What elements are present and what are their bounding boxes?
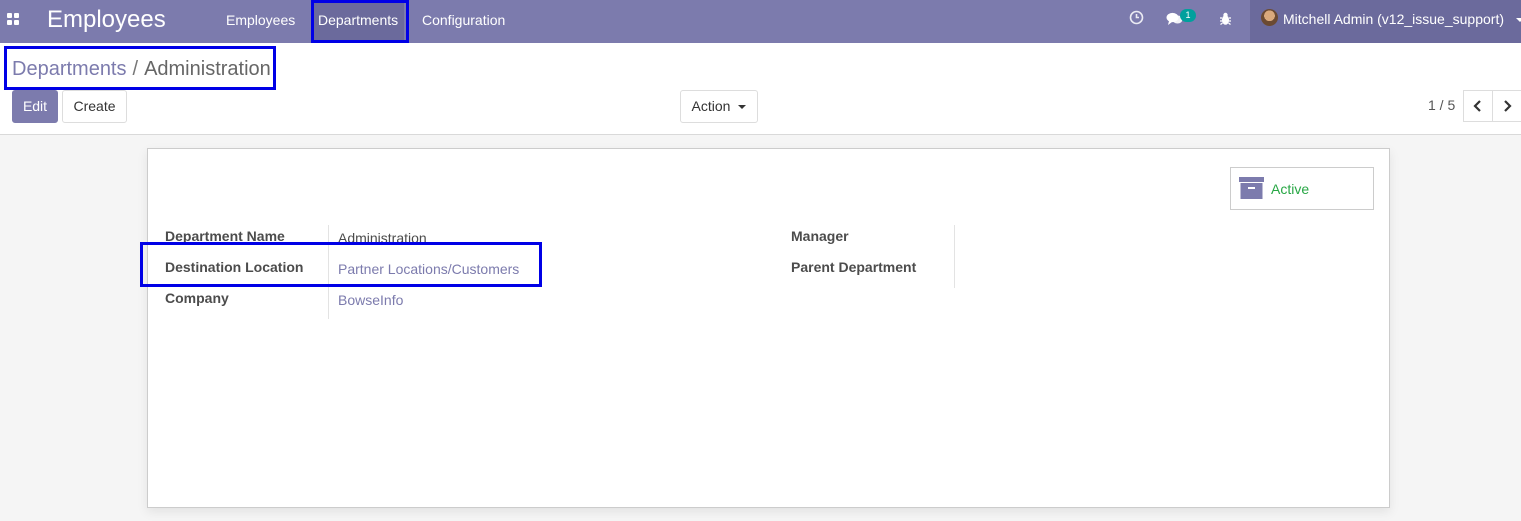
pager-value[interactable]: 1 / 5 bbox=[1428, 97, 1455, 113]
active-toggle-button[interactable]: Active bbox=[1230, 167, 1374, 210]
action-label: Action bbox=[691, 98, 731, 114]
bug-icon[interactable] bbox=[1219, 12, 1232, 26]
company-label: Company bbox=[165, 290, 229, 306]
create-button[interactable]: Create bbox=[62, 90, 127, 123]
avatar bbox=[1261, 9, 1278, 26]
manager-label: Manager bbox=[791, 228, 849, 244]
user-name: Mitchell Admin (v12_issue_support) bbox=[1283, 11, 1504, 27]
highlight-box-destination-location bbox=[140, 242, 542, 287]
pager-next-button[interactable] bbox=[1492, 90, 1521, 122]
active-status-label: Active bbox=[1271, 181, 1310, 197]
pager-previous-button[interactable] bbox=[1463, 90, 1493, 122]
highlight-box-breadcrumb bbox=[4, 46, 276, 90]
app-title: Employees bbox=[47, 6, 166, 33]
edit-button[interactable]: Edit bbox=[12, 90, 58, 123]
chevron-down-icon bbox=[1516, 18, 1521, 22]
menu-employees[interactable]: Employees bbox=[220, 0, 301, 43]
top-navbar: Employees Employees Departments Configur… bbox=[0, 0, 1521, 43]
archive-icon bbox=[1239, 177, 1264, 199]
menu-configuration[interactable]: Configuration bbox=[416, 0, 511, 43]
clock-icon[interactable] bbox=[1129, 10, 1144, 25]
caret-down-icon bbox=[738, 105, 747, 110]
apps-icon[interactable] bbox=[7, 13, 19, 25]
chevron-right-icon bbox=[1504, 100, 1512, 112]
action-dropdown[interactable]: Action bbox=[680, 90, 758, 123]
user-menu[interactable]: Mitchell Admin (v12_issue_support) bbox=[1250, 0, 1521, 43]
parent-department-label: Parent Department bbox=[791, 259, 917, 275]
chevron-left-icon bbox=[1473, 100, 1481, 112]
highlight-box-departments-menu bbox=[311, 0, 409, 43]
form-sheet: Active Department Name Destination Locat… bbox=[147, 148, 1390, 508]
messages-badge: 1 bbox=[1180, 9, 1196, 22]
field-divider bbox=[954, 225, 955, 288]
company-link[interactable]: BowseInfo bbox=[338, 292, 403, 308]
